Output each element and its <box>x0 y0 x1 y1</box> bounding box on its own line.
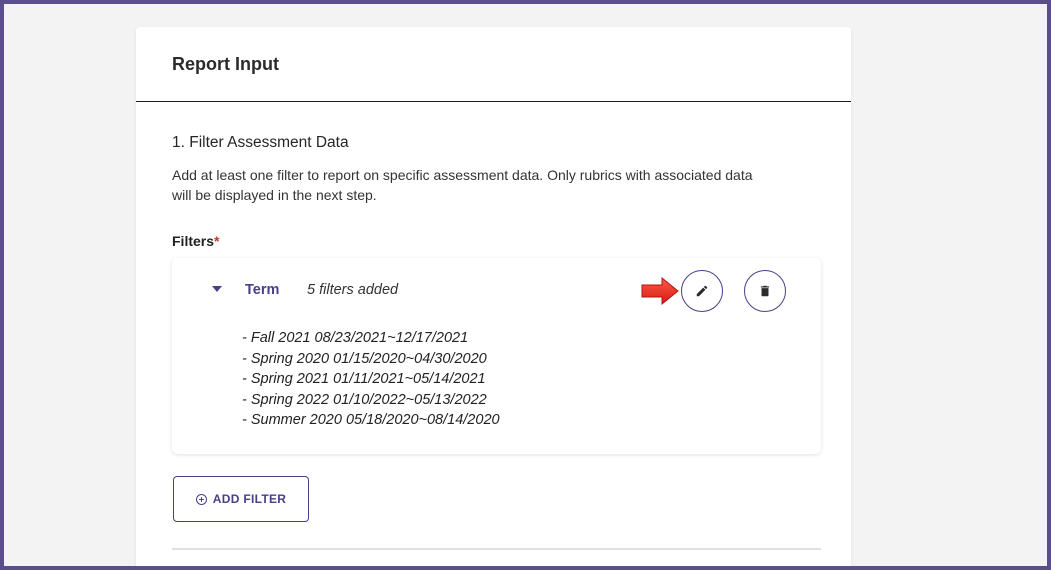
app-frame: Report Input 1. Filter Assessment Data A… <box>4 4 1047 566</box>
section-description: Add at least one filter to report on spe… <box>172 167 753 203</box>
collapse-caret-icon[interactable] <box>212 286 222 292</box>
filter-term-list: - Fall 2021 08/23/2021~12/17/2021 - Spri… <box>242 328 500 431</box>
list-item: - Spring 2021 01/11/2021~05/14/2021 <box>242 371 486 387</box>
filter-group-card: Term 5 filters added - Fall 2021 08/23/2… <box>172 258 821 454</box>
pointer-arrow-icon <box>641 277 679 305</box>
section-title: 1. Filter Assessment Data <box>172 134 349 151</box>
delete-filter-button[interactable] <box>744 270 786 312</box>
filter-count-text: 5 filters added <box>307 282 399 298</box>
card-header: Report Input <box>136 27 851 102</box>
edit-filter-button[interactable] <box>681 270 723 312</box>
filter-group-name[interactable]: Term <box>245 282 279 298</box>
trash-icon <box>760 285 770 297</box>
filters-label-text: Filters <box>172 233 215 249</box>
list-item: - Spring 2022 01/10/2022~05/13/2022 <box>242 391 487 408</box>
add-filter-label: ADD FILTER <box>212 492 287 506</box>
pencil-icon <box>696 285 708 297</box>
filters-label: Filters* <box>172 233 219 249</box>
add-circle-icon <box>195 493 207 505</box>
list-item: - Fall 2021 08/23/2021~12/17/2021 <box>242 330 469 346</box>
list-item: - Spring 2020 01/15/2020~04/30/2020 <box>242 350 487 367</box>
section-divider <box>172 548 821 550</box>
add-filter-button[interactable]: ADD FILTER <box>173 476 309 522</box>
required-asterisk: * <box>214 233 220 249</box>
list-item: - Summer 2020 05/18/2020~08/14/2020 <box>242 412 500 428</box>
card-title: Report Input <box>172 53 279 74</box>
report-input-card: Report Input 1. Filter Assessment Data A… <box>136 27 851 566</box>
